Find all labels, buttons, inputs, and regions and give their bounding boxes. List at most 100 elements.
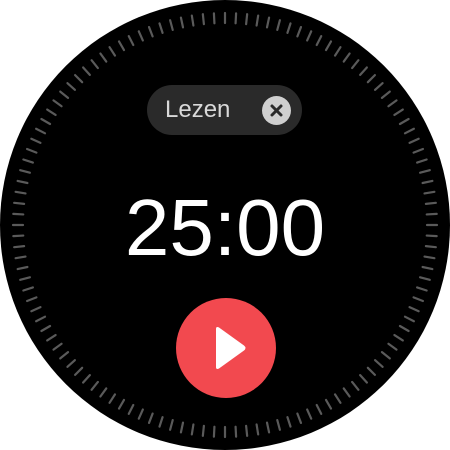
timer-display: 25:00 <box>124 183 326 272</box>
tick-mark <box>276 19 281 31</box>
tick-mark <box>245 13 249 26</box>
tick-mark <box>366 366 377 377</box>
tick-mark <box>374 359 384 368</box>
tick-mark <box>52 99 63 108</box>
tick-mark <box>393 108 404 117</box>
tick-mark <box>179 16 185 29</box>
tick-mark <box>201 13 205 26</box>
label-chip[interactable]: Lezen <box>147 85 302 135</box>
tick-mark <box>342 387 351 398</box>
tick-mark <box>351 59 360 70</box>
tick-mark <box>40 324 52 333</box>
tick-mark <box>147 25 154 38</box>
tick-mark <box>127 403 135 415</box>
tick-mark <box>276 419 281 431</box>
tick-mark <box>398 117 410 126</box>
tick-mark <box>46 333 57 342</box>
tick-mark <box>147 412 154 425</box>
tick-mark <box>296 25 303 38</box>
tick-mark <box>403 127 415 135</box>
tick-mark <box>234 425 238 438</box>
tick-mark <box>99 387 108 398</box>
tick-mark <box>333 46 342 57</box>
tick-mark <box>66 82 76 91</box>
tick-mark <box>412 296 425 303</box>
tick-mark <box>359 66 368 76</box>
tick-mark <box>351 380 360 391</box>
tick-mark <box>255 423 260 436</box>
tick-mark <box>315 403 323 415</box>
tick-mark <box>212 12 216 25</box>
tick-mark <box>127 35 135 47</box>
tick-mark <box>30 306 42 313</box>
tick-mark <box>393 333 404 342</box>
tick-mark <box>212 425 216 438</box>
tick-mark <box>108 46 117 57</box>
tick-mark <box>117 40 126 52</box>
play-icon <box>216 327 246 369</box>
tick-mark <box>90 380 99 391</box>
tick-mark <box>416 158 428 164</box>
tick-mark <box>380 90 391 99</box>
tick-mark <box>306 408 313 420</box>
tick-mark <box>265 16 271 29</box>
tick-mark <box>324 40 333 52</box>
tick-mark <box>25 296 38 303</box>
tick-mark <box>296 412 303 425</box>
tick-mark <box>255 14 260 27</box>
tick-mark <box>137 408 144 420</box>
tick-mark <box>158 22 164 34</box>
tick-mark <box>286 22 292 34</box>
tick-mark <box>158 416 164 428</box>
screen: Lezen 25:00 <box>0 0 450 450</box>
tick-mark <box>380 351 391 360</box>
tick-mark <box>412 147 425 154</box>
tick-mark <box>35 127 47 135</box>
tick-mark <box>19 169 31 174</box>
tick-mark <box>201 424 205 437</box>
tick-mark <box>408 306 420 313</box>
tick-mark <box>416 286 428 292</box>
tick-mark <box>179 421 185 434</box>
tick-mark <box>46 108 57 117</box>
tick-mark <box>324 398 333 410</box>
tick-mark <box>190 14 195 27</box>
timer-label: Lezen <box>165 96 231 123</box>
tick-mark <box>137 30 144 42</box>
tick-mark <box>333 393 342 404</box>
tick-mark <box>117 398 126 410</box>
tick-mark <box>234 12 238 25</box>
tick-mark <box>408 137 420 144</box>
tick-mark <box>387 342 398 351</box>
tick-mark <box>59 90 70 99</box>
tick-mark <box>59 351 70 360</box>
tick-mark <box>90 59 99 70</box>
tick-mark <box>108 393 117 404</box>
tick-mark <box>245 424 249 437</box>
tick-mark <box>22 158 34 164</box>
watch-face: Lezen 25:00 <box>0 0 450 450</box>
tick-mark <box>99 52 108 63</box>
tick-mark <box>398 324 410 333</box>
tick-mark <box>315 35 323 47</box>
tick-mark <box>82 374 91 384</box>
tick-mark <box>35 315 47 323</box>
tick-mark <box>342 52 351 63</box>
tick-mark <box>265 421 271 434</box>
clear-label-icon[interactable] <box>262 96 291 125</box>
tick-mark <box>22 286 34 292</box>
tick-mark <box>190 423 195 436</box>
tick-mark <box>387 99 398 108</box>
tick-mark <box>73 366 84 377</box>
tick-mark <box>403 315 415 323</box>
tick-mark <box>66 359 76 368</box>
tick-mark <box>30 137 42 144</box>
tick-mark <box>306 30 313 42</box>
tick-mark <box>25 147 38 154</box>
tick-mark <box>366 73 377 84</box>
play-button[interactable] <box>176 298 276 398</box>
tick-mark <box>419 169 431 174</box>
tick-mark <box>374 82 384 91</box>
tick-mark <box>169 19 174 31</box>
tick-mark <box>82 66 91 76</box>
